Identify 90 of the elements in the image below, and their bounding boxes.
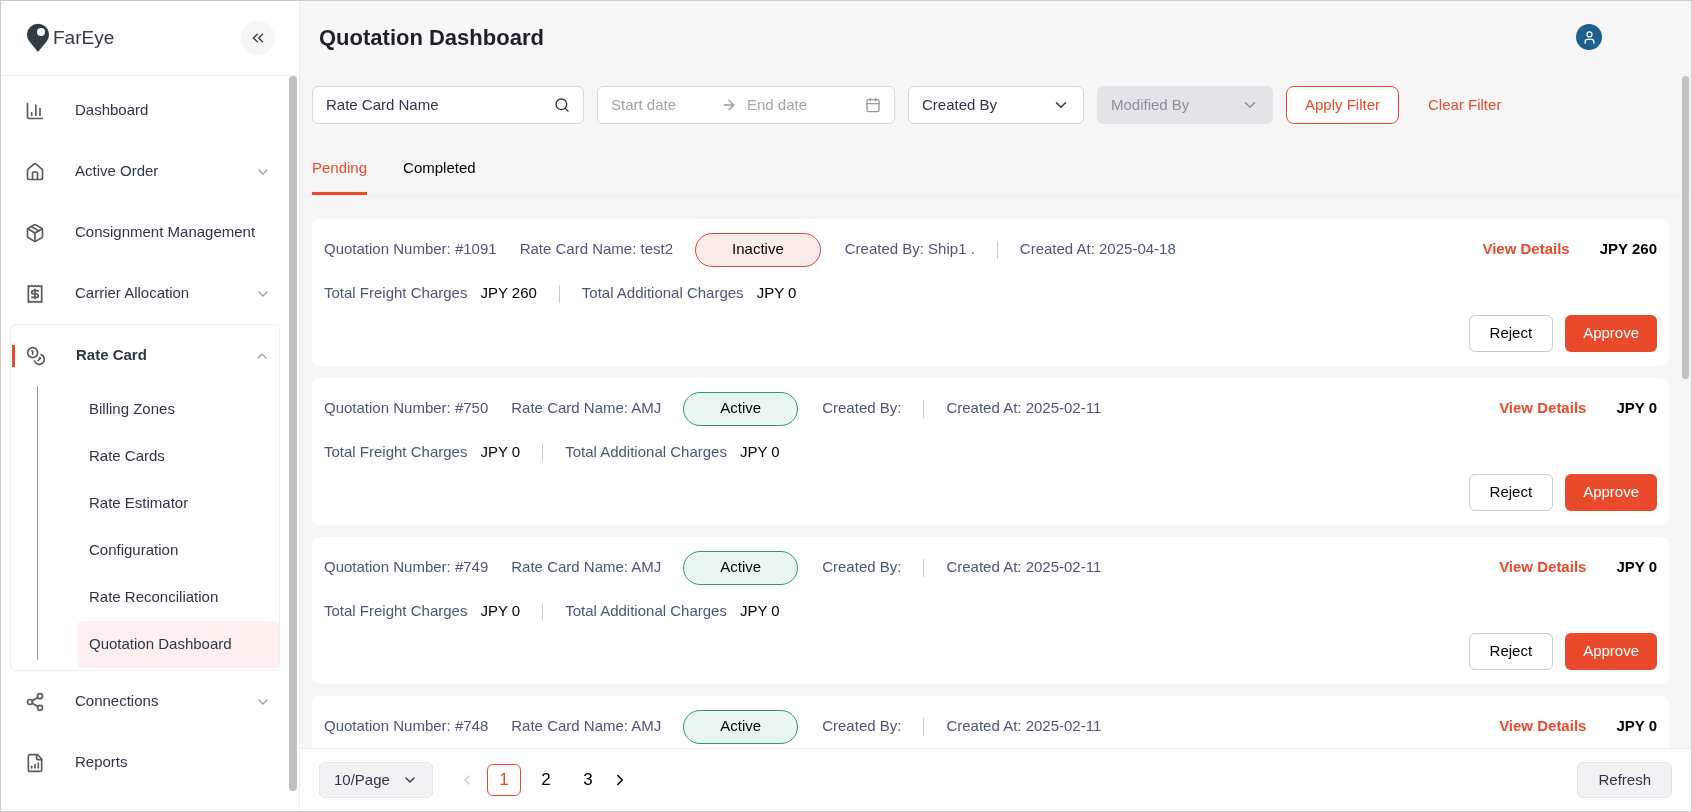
freight-label: Total Freight Charges (324, 601, 468, 622)
created-at: Created At: 2025-02-11 (946, 398, 1102, 419)
quotation-number: Quotation Number: #750 (324, 398, 489, 419)
sidebar-item[interactable]: Rate Card (76, 344, 254, 367)
tab[interactable]: Completed (403, 157, 476, 195)
quotation-number: Quotation Number: #1091 (324, 239, 497, 260)
view-details-link[interactable]: View Details (1499, 556, 1587, 579)
submenu-item[interactable]: Billing Zones (77, 386, 279, 433)
created-at: Created At: 2025-02-11 (946, 716, 1102, 737)
submenu-item[interactable]: Configuration (77, 527, 279, 574)
page-size-select[interactable]: 10/Page (319, 762, 433, 798)
rate-card-name: Rate Card Name: AMJ (511, 557, 662, 578)
additional-value: JPY 0 (739, 442, 780, 463)
created-at: Created At: 2025-02-11 (946, 557, 1102, 578)
report-icon (25, 752, 45, 773)
reject-button[interactable]: Reject (1468, 314, 1554, 352)
tab[interactable]: Pending (312, 157, 368, 195)
additional-value: JPY 0 (739, 601, 780, 622)
additional-label: Total Additional Charges (565, 601, 727, 622)
start-date-input[interactable]: Start date (611, 93, 711, 117)
coins-icon (26, 345, 46, 366)
sidebar-item[interactable]: Active Order (75, 160, 255, 183)
total-amount: JPY 0 (1616, 716, 1657, 737)
created-by: Created By: (822, 398, 902, 419)
sidebar-item[interactable]: Reports (75, 751, 271, 774)
additional-value: JPY 0 (756, 283, 797, 304)
status-badge: Inactive (695, 232, 821, 267)
additional-label: Total Additional Charges (565, 442, 727, 463)
page-button[interactable]: 1 (486, 764, 521, 796)
view-details-link[interactable]: View Details (1499, 397, 1587, 420)
freight-label: Total Freight Charges (324, 283, 468, 304)
end-date-input[interactable]: End date (747, 93, 847, 117)
created-by: Created By: Ship1 . (844, 239, 975, 260)
submenu-item[interactable]: Rate Cards (77, 433, 279, 480)
reject-button[interactable]: Reject (1468, 632, 1554, 670)
quotation-number: Quotation Number: #749 (324, 557, 489, 578)
calendar-icon (865, 97, 881, 113)
freight-value: JPY 0 (480, 601, 521, 622)
sidebar-item[interactable]: Dashboard (75, 99, 271, 122)
rate-card-name-input[interactable]: Rate Card Name (326, 93, 554, 117)
approve-button[interactable]: Approve (1565, 632, 1657, 670)
nodes-icon (25, 691, 45, 712)
status-badge: Active (683, 550, 799, 585)
created-by: Created By: (822, 716, 902, 737)
status-badge: Active (683, 391, 799, 426)
view-details-link[interactable]: View Details (1499, 715, 1587, 738)
submenu-item[interactable]: Rate Estimator (77, 480, 279, 527)
package-icon (25, 222, 45, 243)
view-details-link[interactable]: View Details (1482, 238, 1570, 261)
search-icon (554, 97, 570, 113)
scrollbar[interactable] (289, 76, 297, 791)
rate-card-name: Rate Card Name: AMJ (511, 398, 662, 419)
collapse-button[interactable] (241, 21, 275, 55)
created-by-select[interactable]: Created By (908, 86, 1084, 124)
page-button[interactable]: 3 (570, 764, 605, 796)
rate-card-name-field[interactable]: Rate Card Name (312, 86, 584, 124)
sidebar-item[interactable]: Carrier Allocation (75, 282, 255, 305)
sidebar-item[interactable]: Consignment Management (75, 221, 271, 244)
total-amount: JPY 0 (1616, 557, 1657, 578)
page-title: Quotation Dashboard (319, 23, 544, 52)
receipt-icon (25, 283, 45, 304)
apply-filter-button[interactable]: Apply Filter (1286, 86, 1400, 124)
page-button[interactable]: 2 (528, 764, 563, 796)
created-by: Created By: (822, 557, 902, 578)
avatar[interactable] (1576, 24, 1602, 50)
date-range-field[interactable]: Start date End date (597, 86, 895, 124)
additional-label: Total Additional Charges (581, 283, 744, 304)
freight-label: Total Freight Charges (324, 442, 468, 463)
bar-chart-icon (25, 100, 45, 121)
reject-button[interactable]: Reject (1468, 473, 1554, 511)
freight-value: JPY 0 (480, 442, 521, 463)
approve-button[interactable]: Approve (1565, 314, 1657, 352)
logo-text: FarEye (53, 25, 115, 50)
home-icon (25, 161, 45, 182)
status-badge: Active (683, 709, 799, 744)
scrollbar[interactable] (1682, 76, 1689, 379)
created-at: Created At: 2025-04-18 (1019, 239, 1176, 260)
approve-button[interactable]: Approve (1565, 473, 1657, 511)
total-amount: JPY 260 (1599, 239, 1657, 260)
total-amount: JPY 0 (1616, 398, 1657, 419)
freight-value: JPY 260 (480, 283, 537, 304)
submenu-item[interactable]: Quotation Dashboard (77, 621, 279, 668)
rate-card-name: Rate Card Name: test2 (519, 239, 674, 260)
submenu-item[interactable]: Rate Reconciliation (77, 574, 279, 621)
quotation-number: Quotation Number: #748 (324, 716, 489, 737)
clear-filter-button[interactable]: Clear Filter (1412, 86, 1518, 124)
logo-pin-icon (25, 23, 51, 53)
rate-card-name: Rate Card Name: AMJ (511, 716, 662, 737)
sidebar-item[interactable]: Connections (75, 690, 255, 713)
refresh-button[interactable]: Refresh (1577, 762, 1672, 798)
